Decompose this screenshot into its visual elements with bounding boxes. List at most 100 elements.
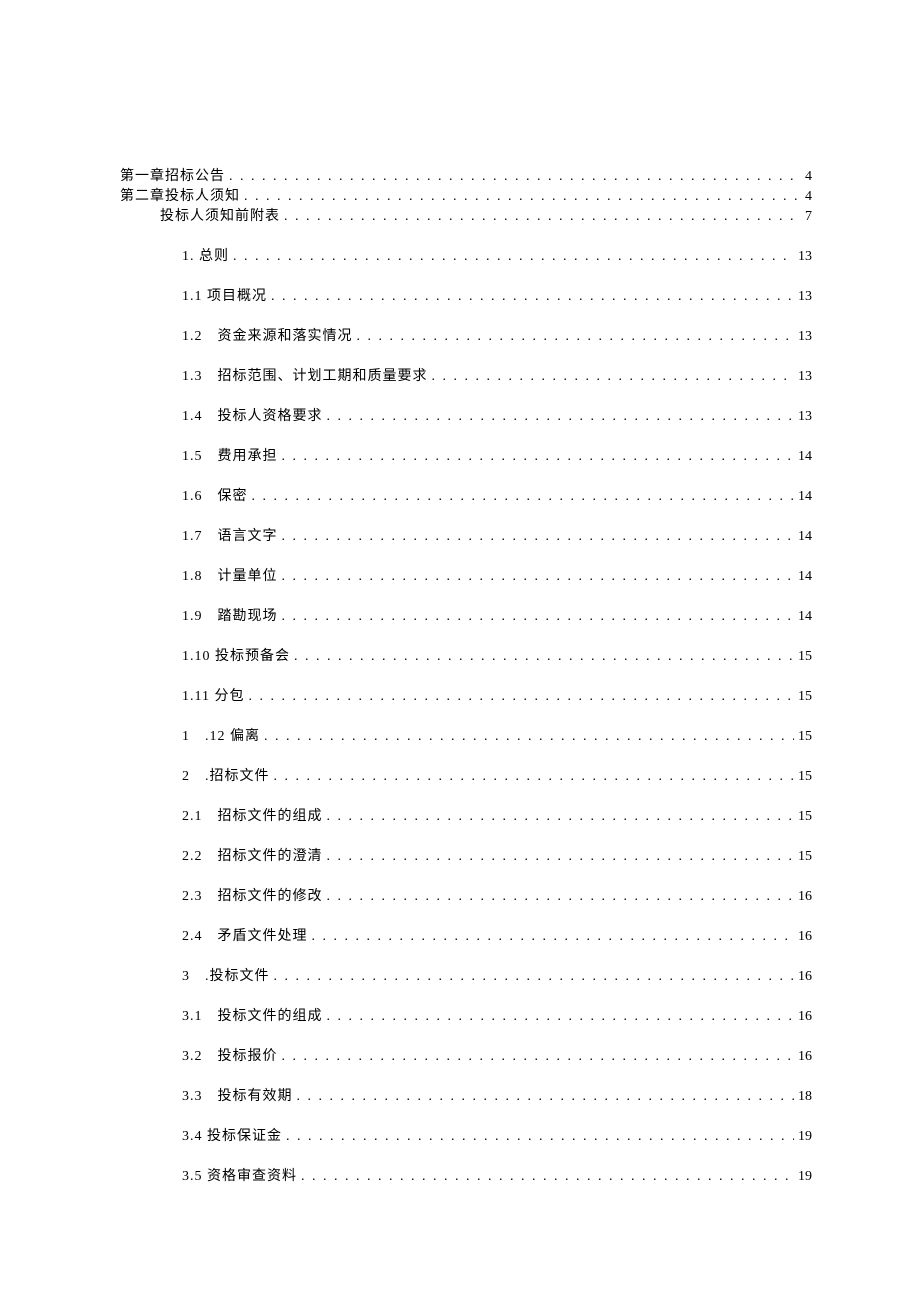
toc-page-number: 18 [798,1090,812,1104]
toc-leader-dots [327,1010,795,1024]
toc-page: 第一章招标公告4第二章投标人须知4投标人须知前附表7 1. 总则131.1 项目… [0,0,920,1284]
toc-entry: 1. 总则 13 [120,250,812,264]
toc-page-number: 19 [798,1170,812,1184]
toc-leader-dots [357,330,795,344]
toc-page-number: 15 [798,850,812,864]
toc-entry: 1.3 招标范围、计划工期和质量要求 13 [120,370,812,384]
toc-leader-dots [327,810,795,824]
toc-entry: 1.5 费用承担 14 [120,450,812,464]
toc-page-number: 16 [798,1050,812,1064]
toc-main-block: 1. 总则131.1 项目概况131.2 资金来源和落实情况131.3 招标范围… [120,250,812,1184]
toc-page-number: 14 [798,490,812,504]
toc-leader-dots [327,850,795,864]
toc-label: 2 .招标文件 [182,770,270,784]
toc-label: 1.3 招标范围、计划工期和质量要求 [182,370,428,384]
toc-entry: 1.8 计量单位14 [120,570,812,584]
toc-leader-dots [274,970,795,984]
toc-leader-dots [233,250,794,264]
toc-label: 2.4 矛盾文件处理 [182,930,308,944]
toc-page-number: 4 [805,190,812,204]
toc-page-number: 4 [805,170,812,184]
toc-page-number: 19 [798,1130,812,1144]
toc-label: 投标人须知前附表 [160,210,280,224]
toc-entry: 3.2 投标报价 16 [120,1050,812,1064]
toc-page-number: 13 [798,410,812,424]
toc-label: 2.2 招标文件的澄清 [182,850,323,864]
toc-label: 1.2 资金来源和落实情况 [182,330,353,344]
toc-label: 3.4 投标保证金 [182,1130,282,1144]
toc-leader-dots [282,450,795,464]
toc-entry: 1.7 语言文字 14 [120,530,812,544]
toc-leader-dots [274,770,795,784]
toc-page-number: 13 [798,290,812,304]
toc-entry: 1 .12 偏离 15 [120,730,812,744]
toc-label: 1.7 语言文字 [182,530,278,544]
toc-label: 3.1 投标文件的组成 [182,1010,323,1024]
toc-page-number: 14 [798,570,812,584]
toc-entry: 1.4 投标人资格要求 13 [120,410,812,424]
toc-leader-dots [282,610,795,624]
toc-label: 1.6 保密 [182,490,248,504]
toc-label: 1 .12 偏离 [182,730,260,744]
toc-page-number: 15 [798,690,812,704]
toc-label: 第二章投标人须知 [120,190,240,204]
toc-entry: 1.10 投标预备会 15 [120,650,812,664]
toc-label: 3.3 投标有效期 [182,1090,293,1104]
toc-page-number: 7 [805,210,812,224]
toc-entry: 第一章招标公告 4 [120,170,812,184]
toc-label: 1.9 踏勘现场 [182,610,278,624]
toc-entry: 1.1 项目概况13 [120,290,812,304]
toc-entry: 2.2 招标文件的澄清 15 [120,850,812,864]
toc-label: 2.1 招标文件的组成 [182,810,323,824]
toc-entry: 2 .招标文件 15 [120,770,812,784]
toc-page-number: 14 [798,450,812,464]
toc-entry: 3.4 投标保证金 19 [120,1130,812,1144]
toc-entry: 2.3 招标文件的修改 16 [120,890,812,904]
toc-leader-dots [282,530,795,544]
toc-top-block: 第一章招标公告 4 第二章投标人须知 4 投标人须知前附表 7 [120,170,812,224]
toc-label: 2.3 招标文件的修改 [182,890,323,904]
toc-page-number: 16 [798,930,812,944]
toc-label: 3.2 投标报价 [182,1050,278,1064]
toc-label: 1.10 投标预备会 [182,650,290,664]
toc-entry: 2.1 招标文件的组成 15 [120,810,812,824]
toc-leader-dots [294,650,794,664]
toc-label: 1.5 费用承担 [182,450,278,464]
toc-entry: 投标人须知前附表 7 [120,210,812,224]
toc-leader-dots [284,210,801,224]
toc-page-number: 15 [798,650,812,664]
toc-leader-dots [327,410,795,424]
toc-leader-dots [244,190,801,204]
toc-label: 1.11 分包 [182,690,244,704]
toc-label: 1.4 投标人资格要求 [182,410,323,424]
toc-leader-dots [248,690,794,704]
toc-entry: 1.6 保密 14 [120,490,812,504]
toc-leader-dots [264,730,794,744]
toc-page-number: 14 [798,610,812,624]
toc-leader-dots [282,570,795,584]
toc-page-number: 13 [798,370,812,384]
toc-page-number: 15 [798,810,812,824]
toc-page-number: 13 [798,330,812,344]
toc-page-number: 16 [798,1010,812,1024]
toc-entry: 1.9 踏勘现场 14 [120,610,812,624]
toc-leader-dots [252,490,795,504]
toc-leader-dots [297,1090,795,1104]
toc-page-number: 15 [798,730,812,744]
toc-page-number: 13 [798,250,812,264]
toc-page-number: 16 [798,890,812,904]
toc-leader-dots [271,290,794,304]
toc-leader-dots [301,1170,794,1184]
toc-leader-dots [327,890,795,904]
toc-entry: 2.4 矛盾文件处理 16 [120,930,812,944]
toc-leader-dots [282,1050,795,1064]
toc-label: 3.5 资格审查资料 [182,1170,297,1184]
toc-page-number: 14 [798,530,812,544]
toc-entry: 3.3 投标有效期 18 [120,1090,812,1104]
toc-label: 第一章招标公告 [120,170,225,184]
toc-label: 1. 总则 [182,250,229,264]
toc-entry: 3.5 资格审查资料 19 [120,1170,812,1184]
toc-entry: 3.1 投标文件的组成 16 [120,1010,812,1024]
toc-leader-dots [286,1130,794,1144]
toc-page-number: 15 [798,770,812,784]
